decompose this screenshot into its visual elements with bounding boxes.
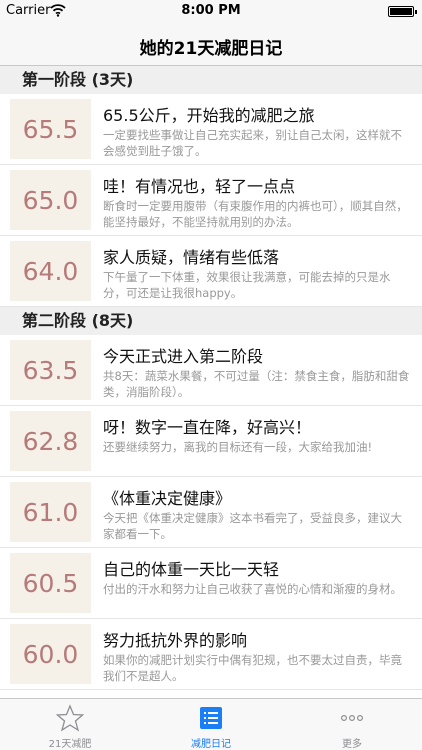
section-header: 第一阶段 (3天) <box>0 66 422 94</box>
tab-label: 减肥日记 <box>191 739 231 750</box>
weight-badge: 61.0 <box>10 482 91 542</box>
entry-description: 下午量了一下体重，效果很让我满意，可能去掉的只是水分，可还是让我很happy。 <box>103 270 391 300</box>
entry-description: 还要继续努力，离我的目标还有一段，大家给我加油! <box>103 440 373 454</box>
list-item[interactable]: 60.5 自己的体重一天比一天轻 付出的汗水和努力让自己收获了喜悦的心情和渐瘦的… <box>0 548 422 619</box>
tab-more[interactable]: 更多 <box>282 699 422 750</box>
entry-title: 哇！有情况也，轻了一点点 <box>103 177 296 196</box>
status-bar: Carrier 8:00 PM <box>0 0 422 22</box>
entry-description: 断食时一定要用腹带（有束腹作用的内裤也可），顺其自然，能坚持最好，不能坚持就用别… <box>103 199 408 229</box>
diary-list[interactable]: 第一阶段 (3天) 65.5 65.5公斤，开始我的减肥之旅 一定要找些事做让自… <box>0 66 422 698</box>
list-item[interactable]: 65.0 哇！有情况也，轻了一点点 断食时一定要用腹带（有束腹作用的内裤也可），… <box>0 165 422 236</box>
weight-value: 65.0 <box>22 185 79 215</box>
weight-value: 64.0 <box>22 256 79 286</box>
section-header: 第二阶段 (8天) <box>0 307 422 335</box>
entry-title: 呀！数字一直在降，好高兴！ <box>103 418 312 437</box>
weight-badge: 65.5 <box>10 99 91 159</box>
entry-title: 今天正式进入第二阶段 <box>103 347 264 366</box>
tab-label: 更多 <box>342 739 362 750</box>
battery-icon <box>388 6 417 17</box>
entry-title: 《体重决定健康》 <box>103 489 232 508</box>
tab-bar: 21天减肥 减肥日记 更多 <box>0 698 422 750</box>
weight-badge: 60.0 <box>10 624 91 684</box>
entry-description: 付出的汗水和努力让自己收获了喜悦的心情和渐瘦的身材。 <box>103 582 402 596</box>
list-item[interactable]: 64.0 家人质疑，情绪有些低落 下午量了一下体重，效果很让我满意，可能去掉的只… <box>0 236 422 307</box>
entry-description: 如果你的减肥计划实行中偶有犯规，也不要太过自责，毕竟我们不是超人。 <box>103 653 402 683</box>
status-time: 8:00 PM <box>181 3 241 18</box>
more-icon <box>340 715 364 722</box>
weight-value: 61.0 <box>22 497 79 527</box>
weight-value: 63.5 <box>22 355 79 385</box>
weight-value: 65.5 <box>22 114 79 144</box>
list-icon <box>200 707 222 729</box>
tab-label: 21天减肥 <box>48 739 92 750</box>
entry-description: 共8天：蔬菜水果餐，不可过量（注：禁食主食，脂肪和甜食类，消脂阶段）。 <box>103 369 410 399</box>
tab-21-day-diet[interactable]: 21天减肥 <box>0 699 140 750</box>
entry-description: 今天把《体重决定健康》这本书看完了，受益良多，建议大家都看一下。 <box>103 511 402 541</box>
entry-title: 家人质疑，情绪有些低落 <box>103 248 280 267</box>
list-item[interactable]: 60.0 努力抵抗外界的影响 如果你的减肥计划实行中偶有犯规，也不要太过自责，毕… <box>0 619 422 690</box>
navigation-bar: 她的21天减肥日记 <box>0 22 422 66</box>
weight-value: 60.5 <box>22 568 79 598</box>
entry-title: 65.5公斤，开始我的减肥之旅 <box>103 106 315 125</box>
star-icon <box>56 704 84 732</box>
entry-description: 一定要找些事做让自己充实起来，别让自己太闲，这样就不会感觉到肚子饿了。 <box>103 128 402 158</box>
page-title: 她的21天减肥日记 <box>139 39 283 59</box>
weight-value: 60.0 <box>22 639 79 669</box>
list-item[interactable]: 62.8 呀！数字一直在降，好高兴！ 还要继续努力，离我的目标还有一段，大家给我… <box>0 406 422 477</box>
tab-diet-diary[interactable]: 减肥日记 <box>141 699 281 750</box>
weight-badge: 64.0 <box>10 241 91 301</box>
weight-value: 62.8 <box>22 426 79 456</box>
list-item[interactable]: 65.5 65.5公斤，开始我的减肥之旅 一定要找些事做让自己充实起来，别让自己… <box>0 94 422 165</box>
weight-badge: 60.5 <box>10 553 91 613</box>
weight-badge: 65.0 <box>10 170 91 230</box>
entry-title: 努力抵抗外界的影响 <box>103 631 248 650</box>
weight-badge: 62.8 <box>10 411 91 471</box>
list-item[interactable]: 61.0 《体重决定健康》 今天把《体重决定健康》这本书看完了，受益良多，建议大… <box>0 477 422 548</box>
weight-badge: 63.5 <box>10 340 91 400</box>
list-item[interactable]: 63.5 今天正式进入第二阶段 共8天：蔬菜水果餐，不可过量（注：禁食主食，脂肪… <box>0 335 422 406</box>
entry-title: 自己的体重一天比一天轻 <box>103 560 280 579</box>
